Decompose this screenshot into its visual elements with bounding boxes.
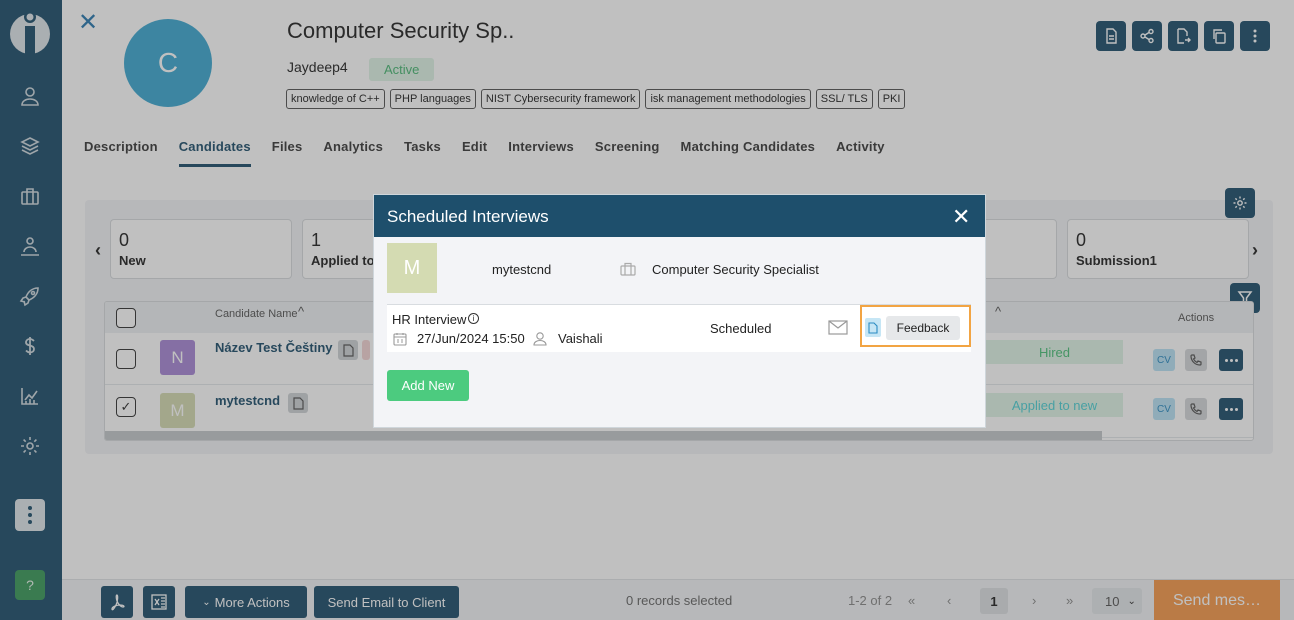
interview-datetime: 27/Jun/2024 15:50 — [417, 331, 525, 346]
interview-status: Scheduled — [710, 321, 772, 336]
feedback-highlight: Feedback — [860, 305, 971, 347]
add-new-button[interactable]: Add New — [387, 370, 469, 401]
modal-body: M mytestcnd Computer Security Specialist… — [374, 237, 985, 427]
mail-icon[interactable] — [828, 320, 848, 335]
scheduled-interviews-modal: Scheduled Interviews ✕ M mytestcnd Compu… — [373, 194, 986, 428]
job-title: Computer Security Specialist — [652, 262, 819, 277]
avatar: M — [387, 243, 437, 293]
modal-header: Scheduled Interviews ✕ — [374, 195, 985, 237]
info-icon[interactable]: i — [468, 313, 479, 324]
briefcase-icon — [620, 262, 636, 276]
document-icon[interactable] — [865, 318, 881, 337]
feedback-button[interactable]: Feedback — [886, 316, 960, 340]
user-icon — [533, 332, 547, 346]
modal-title: Scheduled Interviews — [387, 207, 549, 226]
interviewer-name: Vaishali — [558, 331, 603, 346]
interview-row: HR Interview i 27/Jun/2024 15:50 Vaishal… — [387, 304, 971, 352]
close-icon[interactable]: ✕ — [952, 205, 970, 230]
interview-type: HR Interview — [392, 312, 467, 327]
calendar-icon — [393, 333, 407, 346]
candidate-name: mytestcnd — [492, 262, 552, 277]
